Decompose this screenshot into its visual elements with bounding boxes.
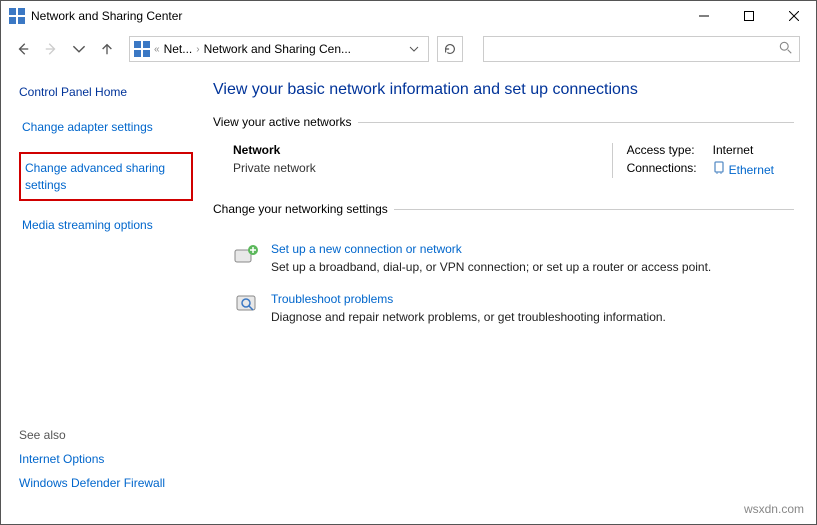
chevron-left-icon: « [154,44,160,55]
window-title: Network and Sharing Center [31,9,182,23]
chevron-right-icon: › [196,44,199,55]
watermark: wsxdn.com [744,502,804,516]
search-icon[interactable] [779,41,793,58]
option-title[interactable]: Set up a new connection or network [271,242,711,256]
titlebar: Network and Sharing Center [1,1,816,31]
address-dropdown[interactable] [404,37,424,61]
change-settings-section: Change your networking settings [213,202,794,216]
navbar: « Net... › Network and Sharing Cen... [1,31,816,67]
control-panel-home-link[interactable]: Control Panel Home [19,85,193,99]
connections-value[interactable]: Ethernet [713,161,774,178]
access-type-value: Internet [713,143,774,157]
ethernet-icon [713,161,725,178]
see-also-internet-options[interactable]: Internet Options [19,452,193,466]
active-networks-section: View your active networks [213,115,794,129]
change-settings-label: Change your networking settings [213,202,388,216]
active-networks-label: View your active networks [213,115,352,129]
window-controls [681,2,816,30]
network-name: Network [233,143,598,157]
address-bar[interactable]: « Net... › Network and Sharing Cen... [129,36,429,62]
network-info: Network Private network [233,143,598,178]
sidebar: Control Panel Home Change adapter settin… [1,67,201,524]
sidebar-link-media-streaming[interactable]: Media streaming options [19,215,193,236]
connections-label: Connections: [627,161,697,178]
divider-line [394,209,794,210]
network-details: Access type: Internet Connections: Ether… [627,143,774,178]
refresh-button[interactable] [437,36,463,62]
up-button[interactable] [95,37,119,61]
network-block: Network Private network Access type: Int… [213,143,794,202]
content-area: Control Panel Home Change adapter settin… [1,67,816,524]
option-desc: Set up a broadband, dial-up, or VPN conn… [271,260,711,274]
option-desc: Diagnose and repair network problems, or… [271,310,666,324]
option-setup-connection: Set up a new connection or network Set u… [213,238,794,288]
breadcrumb-seg-2[interactable]: Network and Sharing Cen... [204,42,351,56]
divider-line [358,122,794,123]
search-box[interactable] [483,36,800,62]
vertical-separator [612,143,613,178]
option-text: Troubleshoot problems Diagnose and repai… [271,292,666,324]
maximize-button[interactable] [726,2,771,30]
sidebar-link-advanced-sharing[interactable]: Change advanced sharing settings [19,152,193,202]
see-also-defender-firewall[interactable]: Windows Defender Firewall [19,476,193,490]
app-icon [9,8,25,24]
forward-button[interactable] [39,37,63,61]
see-also-block: See also Internet Options Windows Defend… [19,428,193,500]
back-button[interactable] [11,37,35,61]
address-icon [134,41,150,57]
option-troubleshoot: Troubleshoot problems Diagnose and repai… [213,288,794,338]
search-input[interactable] [490,42,779,56]
breadcrumb-seg-1[interactable]: Net... [164,42,193,56]
close-button[interactable] [771,2,816,30]
connection-link[interactable]: Ethernet [729,163,774,177]
troubleshoot-icon [233,292,261,316]
recent-dropdown[interactable] [67,37,91,61]
see-also-title: See also [19,428,193,442]
setup-connection-icon [233,242,261,266]
minimize-button[interactable] [681,2,726,30]
option-title[interactable]: Troubleshoot problems [271,292,666,306]
page-heading: View your basic network information and … [213,81,794,99]
main-panel: View your basic network information and … [201,67,816,524]
access-type-label: Access type: [627,143,697,157]
option-text: Set up a new connection or network Set u… [271,242,711,274]
options-block: Set up a new connection or network Set u… [213,230,794,338]
sidebar-link-adapter[interactable]: Change adapter settings [19,117,193,138]
network-type: Private network [233,161,598,175]
